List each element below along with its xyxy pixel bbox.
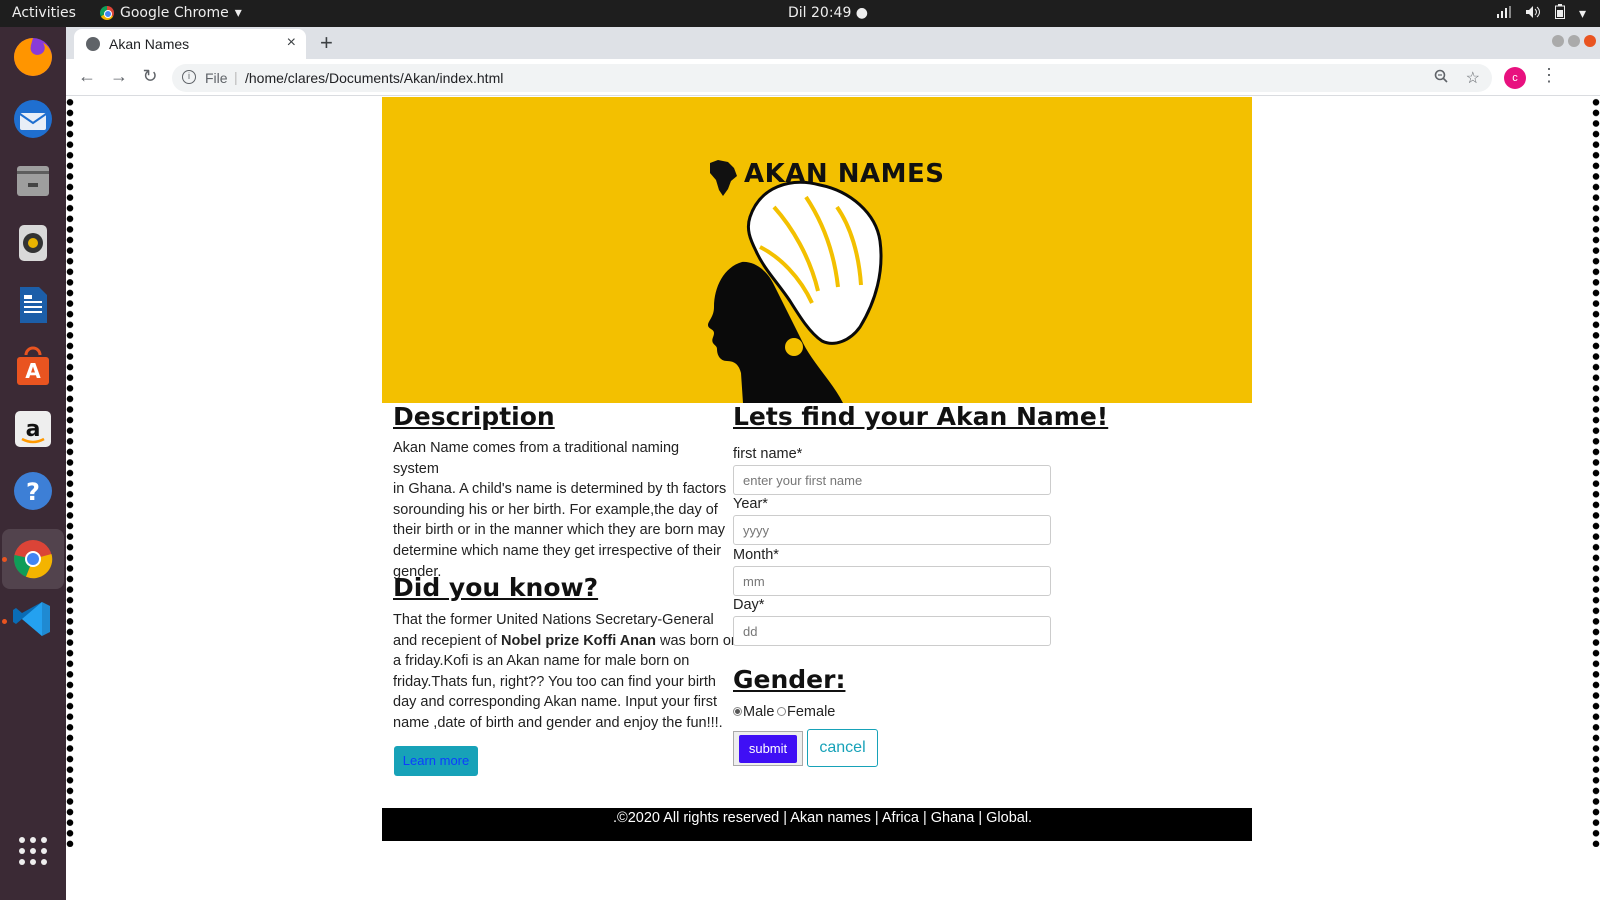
- tab-title: Akan Names: [109, 36, 190, 52]
- svg-text:?: ?: [26, 478, 40, 506]
- hero-banner: AKAN NAMES: [382, 97, 1252, 403]
- tray-chevron-down-icon[interactable]: ▾: [1579, 6, 1586, 22]
- profile-avatar[interactable]: c: [1504, 67, 1526, 89]
- dotted-border-right: [1592, 97, 1600, 847]
- new-tab-button[interactable]: +: [320, 30, 333, 56]
- chrome-small-icon: [100, 6, 114, 20]
- day-label: Day*: [733, 597, 765, 613]
- maximize-icon[interactable]: [1568, 35, 1580, 47]
- url-text[interactable]: /home/clares/Documents/Akan/index.html: [245, 70, 503, 86]
- first-name-label: first name*: [733, 446, 803, 462]
- page-viewport: AKAN NAMES Description Akan Name comes f…: [66, 97, 1600, 900]
- running-indicator: [2, 557, 7, 562]
- cancel-button[interactable]: cancel: [807, 729, 878, 767]
- did-you-know-line: friday.Thats fun, right?? You too can fi…: [393, 673, 716, 690]
- activities-button[interactable]: Activities: [12, 5, 76, 21]
- did-you-know-line: a friday.Kofi is an Akan name for male b…: [393, 653, 690, 670]
- url-scheme: File: [205, 70, 228, 86]
- text-run: was born on: [655, 632, 739, 649]
- submit-button[interactable]: submit: [739, 735, 797, 763]
- form-heading: Lets find your Akan Name!: [733, 402, 1109, 431]
- text-run: and recepient of: [393, 632, 502, 649]
- did-you-know-line: day and corresponding Akan name. Input y…: [393, 694, 718, 711]
- did-you-know-heading: Did you know?: [393, 573, 599, 602]
- chrome-menu-icon[interactable]: ⋮: [1540, 65, 1558, 86]
- dock: A a ?: [0, 27, 66, 900]
- description-text: Akan Name comes from a traditional namin…: [393, 438, 728, 582]
- browser-toolbar: ← → ↻ i File | /home/clares/Documents/Ak…: [66, 59, 1600, 96]
- system-top-bar: Activities Google Chrome ▾ Dil 20:49 ● ▾: [0, 0, 1600, 27]
- chevron-down-icon: ▾: [234, 5, 242, 21]
- tab-akan-names[interactable]: Akan Names ×: [74, 29, 306, 59]
- reload-icon[interactable]: ↻: [139, 66, 161, 87]
- description-line: their birth or in the manner which they …: [393, 522, 726, 539]
- year-input[interactable]: [733, 515, 1051, 545]
- gender-heading: Gender:: [733, 665, 846, 694]
- system-tray[interactable]: ▾: [1496, 4, 1586, 23]
- help-icon[interactable]: ?: [9, 467, 57, 515]
- did-you-know-line: That the former United Nations Secretary…: [393, 612, 714, 628]
- description-heading: Description: [393, 402, 555, 431]
- app-menu[interactable]: Google Chrome ▾: [100, 5, 242, 21]
- month-label: Month*: [733, 547, 779, 563]
- rhythmbox-icon[interactable]: [9, 219, 57, 267]
- clock[interactable]: Dil 20:49 ●: [788, 5, 868, 21]
- description-line: in Ghana. A child's name is determined b…: [393, 481, 727, 498]
- forward-icon[interactable]: →: [108, 66, 130, 87]
- chrome-icon[interactable]: [2, 529, 64, 589]
- tab-strip: Akan Names × +: [66, 27, 1600, 59]
- zoom-icon[interactable]: [1434, 69, 1448, 86]
- did-you-know-line: and recepient of Nobel prize Koffi Anan …: [393, 631, 739, 652]
- globe-icon: [86, 37, 100, 51]
- page-footer: .©2020 All rights reserved | Akan names …: [382, 808, 1252, 841]
- male-label: Male: [743, 704, 775, 720]
- description-line: Akan Name comes from a traditional namin…: [393, 440, 680, 477]
- running-indicator: [2, 619, 7, 624]
- bookmark-star-icon[interactable]: ☆: [1466, 68, 1480, 88]
- vscode-icon[interactable]: [9, 595, 57, 643]
- thunderbird-icon[interactable]: [9, 95, 57, 143]
- app-name: Google Chrome: [120, 5, 229, 21]
- battery-icon[interactable]: [1554, 4, 1565, 23]
- did-you-know-line: name ,date of birth and gender and enjoy…: [393, 714, 723, 731]
- writer-icon[interactable]: [9, 281, 57, 329]
- female-label: Female: [787, 704, 836, 720]
- first-name-input[interactable]: [733, 465, 1051, 495]
- svg-text:a: a: [26, 417, 41, 442]
- software-icon[interactable]: A: [9, 343, 57, 391]
- url-separator: |: [234, 69, 238, 85]
- window-controls: [1552, 35, 1596, 47]
- day-input[interactable]: [733, 616, 1051, 646]
- back-icon[interactable]: ←: [76, 66, 98, 87]
- network-icon[interactable]: [1496, 5, 1511, 22]
- volume-icon[interactable]: [1525, 5, 1541, 23]
- firefox-icon[interactable]: [9, 33, 57, 81]
- month-input[interactable]: [733, 566, 1051, 596]
- bold-name: Nobel prize Koffi Anan: [501, 632, 656, 649]
- submit-wrapper: submit: [733, 731, 803, 766]
- close-tab-icon[interactable]: ×: [287, 34, 296, 52]
- male-radio[interactable]: [733, 707, 742, 716]
- description-line: sorounding his or her birth. For example…: [393, 501, 718, 518]
- info-icon[interactable]: i: [182, 70, 196, 84]
- dotted-border-left: [66, 97, 74, 847]
- address-bar[interactable]: i File | /home/clares/Documents/Akan/ind…: [172, 64, 1492, 92]
- apps-grid-icon[interactable]: [9, 827, 57, 875]
- learn-more-button[interactable]: Learn more: [394, 746, 478, 776]
- amazon-icon[interactable]: a: [9, 405, 57, 453]
- year-label: Year*: [733, 496, 768, 512]
- did-you-know-text: That the former United Nations Secretary…: [393, 610, 739, 734]
- footer-text: .©2020 All rights reserved | Akan names …: [613, 810, 1033, 826]
- female-radio[interactable]: [777, 707, 786, 716]
- akan-woman-illustration: [708, 160, 883, 403]
- svg-text:A: A: [25, 359, 41, 383]
- minimize-icon[interactable]: [1552, 35, 1564, 47]
- files-icon[interactable]: [9, 157, 57, 205]
- description-line: determine which name they get irrespecti…: [393, 542, 722, 559]
- close-window-icon[interactable]: [1584, 35, 1596, 47]
- hero-title: AKAN NAMES: [744, 159, 945, 189]
